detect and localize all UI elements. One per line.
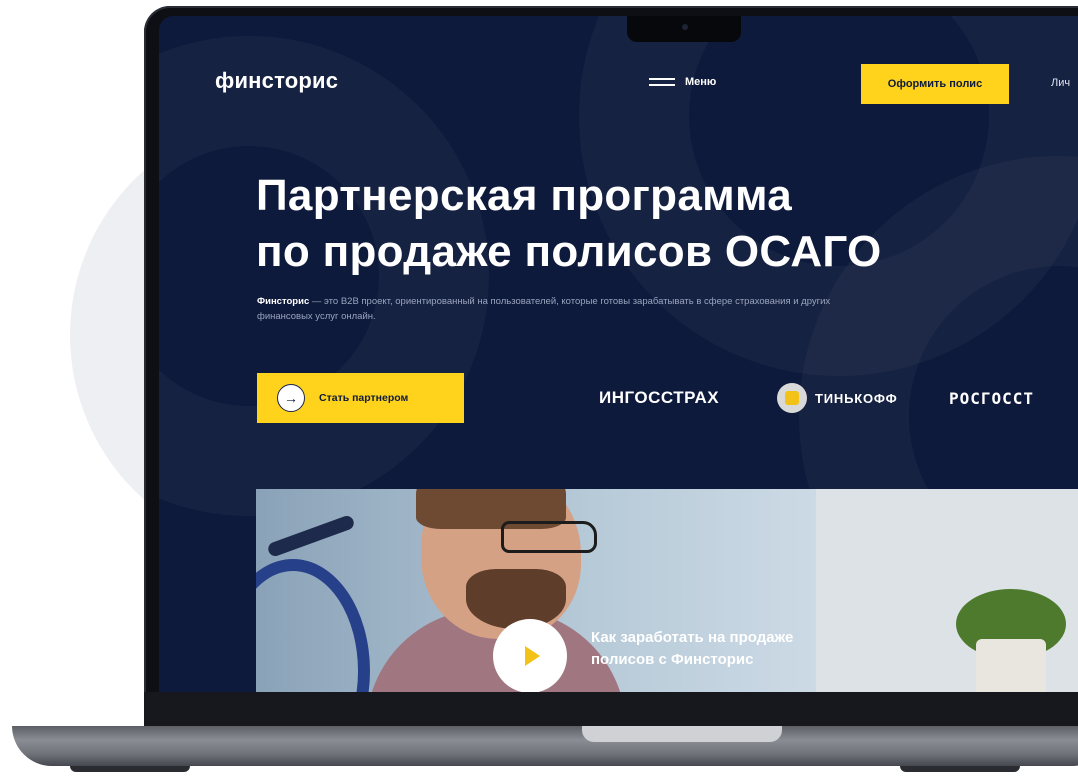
become-partner-button[interactable]: → Стать партнером bbox=[257, 373, 464, 423]
video-caption-line-2: полисов с Финсторис bbox=[591, 651, 754, 668]
partner-logo-tinkoff: ТИНЬКОФФ bbox=[777, 383, 897, 413]
description-text: — это B2B проект, ориентированный на пол… bbox=[257, 296, 831, 322]
laptop-opening-notch bbox=[582, 726, 782, 742]
video-caption-line-1: Как заработать на продаже bbox=[591, 629, 794, 646]
tinkoff-emblem-icon bbox=[777, 383, 807, 413]
plant-pot bbox=[976, 639, 1046, 692]
title-line-1: Партнерская программа bbox=[256, 171, 793, 220]
hero-description: Финсторис — это B2B проект, ориентирован… bbox=[257, 294, 857, 324]
camera-notch bbox=[627, 16, 741, 42]
play-button[interactable] bbox=[493, 619, 567, 692]
website-screen: финсторис Меню Оформить полис Лич Партне… bbox=[159, 16, 1078, 692]
person-beard bbox=[466, 569, 566, 629]
play-icon bbox=[525, 646, 540, 666]
personal-cabinet-link[interactable]: Лич bbox=[1051, 77, 1070, 89]
menu-button[interactable]: Меню bbox=[649, 76, 716, 88]
menu-icon bbox=[649, 78, 675, 86]
page-title: Партнерская программа по продаже полисов… bbox=[256, 168, 882, 280]
get-policy-button[interactable]: Оформить полис bbox=[861, 64, 1009, 104]
partner-logo-rosgosstrakh: РОСГОССТ bbox=[949, 389, 1035, 408]
site-logo[interactable]: финсторис bbox=[215, 68, 338, 94]
laptop-foot bbox=[900, 766, 1020, 772]
camera-icon bbox=[682, 24, 688, 30]
become-partner-label: Стать партнером bbox=[319, 392, 409, 404]
video-preview[interactable]: Как заработать на продаже полисов с Финс… bbox=[256, 489, 1078, 692]
laptop-hinge bbox=[144, 692, 1078, 726]
partner-logo-ingosstrakh: ИНГОССТРАХ bbox=[599, 388, 720, 407]
video-caption: Как заработать на продаже полисов с Финс… bbox=[591, 627, 793, 671]
person-glasses bbox=[501, 521, 597, 553]
bicycle-wheel bbox=[256, 559, 370, 692]
laptop-foot bbox=[70, 766, 190, 772]
bicycle-bar bbox=[266, 514, 356, 558]
menu-label: Меню bbox=[685, 76, 717, 88]
laptop-base bbox=[12, 726, 1078, 766]
tinkoff-label: ТИНЬКОФФ bbox=[815, 390, 898, 406]
title-line-2: по продаже полисов ОСАГО bbox=[256, 227, 882, 276]
brand-name: Финсторис bbox=[257, 296, 310, 307]
arrow-right-icon: → bbox=[277, 384, 305, 412]
